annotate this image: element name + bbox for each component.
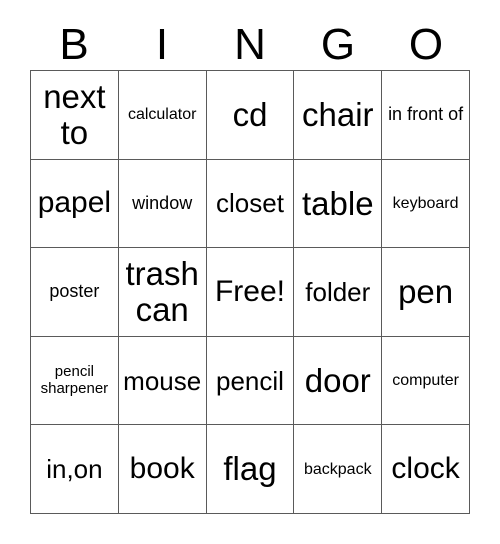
bingo-cell-label: pen <box>398 273 454 311</box>
bingo-cell[interactable]: keyboard <box>382 159 470 249</box>
bingo-cell[interactable]: papel <box>31 159 119 249</box>
bingo-cell[interactable]: clock <box>382 425 470 514</box>
bingo-cell[interactable]: pen <box>382 248 470 337</box>
bingo-cell[interactable]: door <box>294 336 383 426</box>
bingo-cell[interactable]: trash can <box>118 248 207 337</box>
bingo-cell-label: keyboard <box>392 194 459 212</box>
bingo-cell-label: cd <box>232 95 268 133</box>
bingo-cell-label: pencil <box>216 365 284 396</box>
bingo-cell[interactable]: in,on <box>31 425 119 514</box>
bingo-grid: next to calculator cd chair in front of … <box>30 70 470 514</box>
bingo-cell-free[interactable]: Free! <box>206 248 295 337</box>
bingo-cell-label: table <box>302 184 374 222</box>
bingo-cell-label: poster <box>49 281 100 302</box>
bingo-cell[interactable]: computer <box>382 336 470 426</box>
bingo-cell-label: closet <box>216 188 284 219</box>
bingo-cell-label: flag <box>223 450 277 488</box>
bingo-cell-label: backpack <box>303 460 372 478</box>
bingo-cell[interactable]: mouse <box>118 336 207 426</box>
bingo-cell[interactable]: poster <box>31 248 119 337</box>
bingo-cell[interactable]: table <box>294 159 383 249</box>
bingo-cell-label: trash can <box>125 255 199 328</box>
bingo-cell[interactable]: pencil sharpener <box>31 336 119 426</box>
bingo-cell-label: chair <box>302 95 374 133</box>
bingo-cell-label: door <box>304 361 371 399</box>
bingo-cell[interactable]: closet <box>206 159 295 249</box>
bingo-cell-label: in,on <box>46 454 103 485</box>
bingo-cell[interactable]: calculator <box>118 71 207 160</box>
bingo-cell[interactable]: backpack <box>294 425 383 514</box>
bingo-header-letter-g: G <box>320 20 356 69</box>
bingo-cell[interactable]: window <box>118 159 207 249</box>
bingo-header-row: B I N G O <box>30 20 470 70</box>
bingo-cell-label: calculator <box>127 106 197 124</box>
bingo-cell-label: pencil sharpener <box>40 363 109 397</box>
bingo-header-letter-b: B <box>59 20 89 69</box>
bingo-cell[interactable]: chair <box>294 71 383 160</box>
bingo-cell-label: next to <box>43 78 106 151</box>
bingo-cell[interactable]: next to <box>31 71 119 160</box>
bingo-cell-label: in front of <box>388 104 464 125</box>
bingo-cell[interactable]: folder <box>294 248 383 337</box>
bingo-cell[interactable]: pencil <box>206 336 295 426</box>
bingo-header-letter-i: I <box>155 20 169 69</box>
bingo-cell-label: folder <box>305 276 371 307</box>
bingo-card: B I N G O next to calculator cd chair in… <box>0 0 500 544</box>
bingo-cell-label: computer <box>392 371 459 389</box>
bingo-cell[interactable]: book <box>118 425 207 514</box>
bingo-cell[interactable]: cd <box>206 71 295 160</box>
bingo-header-letter-o: O <box>408 20 444 69</box>
bingo-cell[interactable]: flag <box>206 425 295 514</box>
bingo-cell-label: clock <box>391 451 460 485</box>
bingo-header-letter-n: N <box>234 20 266 69</box>
bingo-cell-label: Free! <box>214 274 285 308</box>
bingo-cell-label: mouse <box>123 365 202 396</box>
bingo-cell-label: papel <box>37 186 112 220</box>
bingo-cell-label: window <box>132 192 193 213</box>
bingo-cell-label: book <box>129 451 195 485</box>
bingo-cell[interactable]: in front of <box>382 71 470 160</box>
